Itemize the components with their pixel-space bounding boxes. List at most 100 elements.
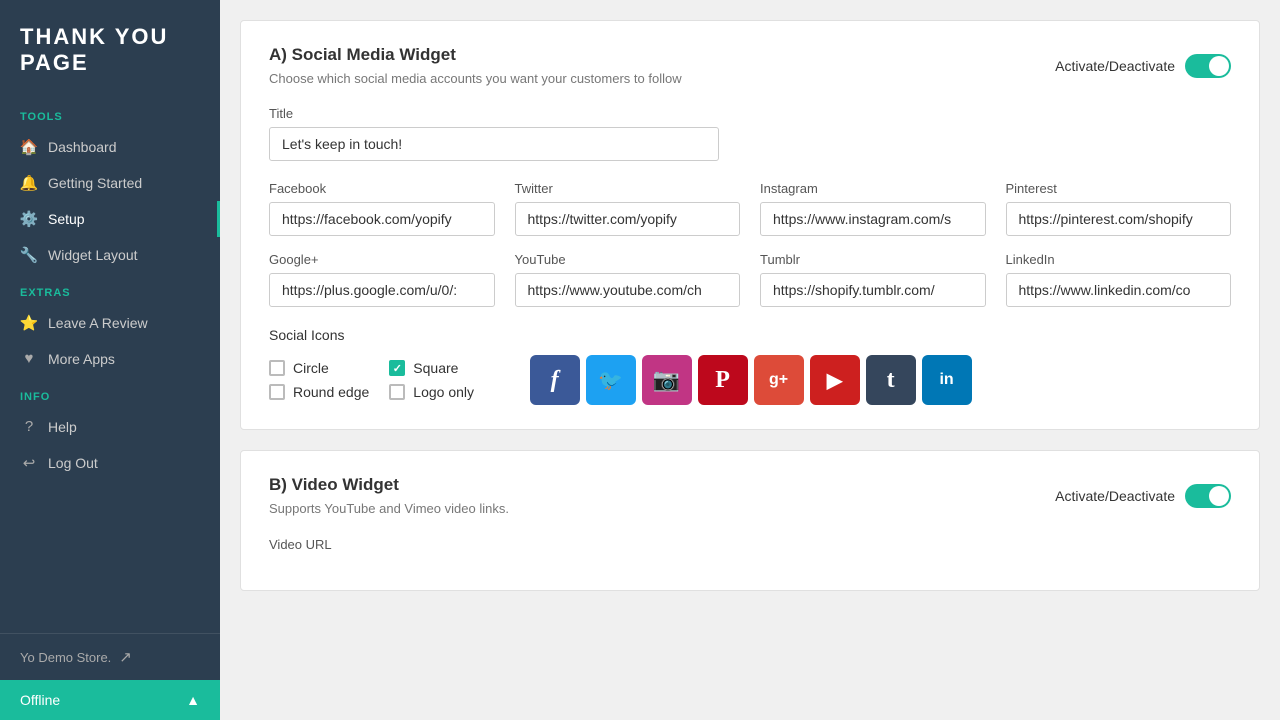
- google-input[interactable]: [269, 273, 495, 307]
- sidebar-item-setup[interactable]: ⚙️ Setup: [0, 201, 220, 237]
- video-url-placeholder: Video URL: [269, 536, 1231, 566]
- chevron-up-icon: ▲: [186, 692, 200, 708]
- sidebar-item-label: Setup: [48, 211, 85, 227]
- title-field-label: Title: [269, 106, 1231, 121]
- video-activate-toggle[interactable]: [1185, 484, 1231, 508]
- sidebar-item-getting-started[interactable]: 🔔 Getting Started: [0, 165, 220, 201]
- tools-section-label: Tools: [0, 97, 220, 129]
- square-label: Square: [413, 360, 458, 376]
- activate-toggle[interactable]: [1185, 54, 1231, 78]
- question-icon: ?: [20, 418, 38, 436]
- twitter-label: Twitter: [515, 181, 741, 196]
- info-section-label: Info: [0, 377, 220, 409]
- facebook-field: Facebook: [269, 181, 495, 236]
- star-icon: ⭐: [20, 314, 38, 332]
- twitter-input[interactable]: [515, 202, 741, 236]
- instagram-input[interactable]: [760, 202, 986, 236]
- sidebar-item-label: Help: [48, 419, 77, 435]
- instagram-label: Instagram: [760, 181, 986, 196]
- video-url-label: Video URL: [269, 537, 332, 552]
- circle-label: Circle: [293, 360, 329, 376]
- youtube-label: YouTube: [515, 252, 741, 267]
- youtube-input[interactable]: [515, 273, 741, 307]
- circle-option[interactable]: Circle: [269, 360, 369, 376]
- offline-label: Offline: [20, 692, 60, 708]
- sidebar-item-more-apps[interactable]: ♥ More Apps: [0, 341, 220, 377]
- square-checkbox[interactable]: [389, 360, 405, 376]
- google-field: Google+: [269, 252, 495, 307]
- section-header-left: A) Social Media Widget Choose which soci…: [269, 45, 682, 86]
- logout-icon: ↩: [20, 454, 38, 472]
- twitter-field: Twitter: [515, 181, 741, 236]
- gear-icon: ⚙️: [20, 210, 38, 228]
- external-link-icon[interactable]: ↗: [119, 648, 132, 666]
- section-desc: Choose which social media accounts you w…: [269, 71, 682, 86]
- circle-checkbox[interactable]: [269, 360, 285, 376]
- sidebar-logo: THANK YOU PAGE: [0, 0, 220, 97]
- sidebar-item-leave-review[interactable]: ⭐ Leave A Review: [0, 305, 220, 341]
- title-input[interactable]: [269, 127, 719, 161]
- sidebar-item-label: Getting Started: [48, 175, 142, 191]
- video-activate-toggle-wrap: Activate/Deactivate: [1055, 484, 1231, 508]
- square-option[interactable]: Square: [389, 360, 489, 376]
- pinterest-icon-preview[interactable]: P: [698, 355, 748, 405]
- facebook-input[interactable]: [269, 202, 495, 236]
- sidebar-item-dashboard[interactable]: 🏠 Dashboard: [0, 129, 220, 165]
- video-section-title: B) Video Widget: [269, 475, 509, 495]
- round-edge-option[interactable]: Round edge: [269, 384, 369, 400]
- sidebar-item-label: Leave A Review: [48, 315, 148, 331]
- tumblr-field: Tumblr: [760, 252, 986, 307]
- pinterest-input[interactable]: [1006, 202, 1232, 236]
- instagram-field: Instagram: [760, 181, 986, 236]
- linkedin-field: LinkedIn: [1006, 252, 1232, 307]
- round-edge-label: Round edge: [293, 384, 369, 400]
- logo-only-label: Logo only: [413, 384, 474, 400]
- sidebar-item-label: Widget Layout: [48, 247, 138, 263]
- round-edge-checkbox[interactable]: [269, 384, 285, 400]
- social-url-grid: Facebook Twitter Instagram Pinterest Goo…: [269, 181, 1231, 307]
- icon-options: Circle Square Round edge Logo only: [269, 360, 490, 400]
- sidebar-item-log-out[interactable]: ↩ Log Out: [0, 445, 220, 481]
- home-icon: 🏠: [20, 138, 38, 156]
- tumblr-input[interactable]: [760, 273, 986, 307]
- offline-bar[interactable]: Offline ▲: [0, 680, 220, 720]
- sidebar-item-widget-layout[interactable]: 🔧 Widget Layout: [0, 237, 220, 273]
- extras-section-label: Extras: [0, 273, 220, 305]
- twitter-icon-preview[interactable]: 🐦: [586, 355, 636, 405]
- store-row: Yo Demo Store. ↗: [0, 633, 220, 680]
- youtube-field: YouTube: [515, 252, 741, 307]
- google-label: Google+: [269, 252, 495, 267]
- store-name: Yo Demo Store.: [20, 650, 111, 665]
- sidebar-item-label: Dashboard: [48, 139, 117, 155]
- section-title: A) Social Media Widget: [269, 45, 682, 65]
- facebook-icon-preview[interactable]: f: [530, 355, 580, 405]
- video-section-header: B) Video Widget Supports YouTube and Vim…: [269, 475, 1231, 516]
- pinterest-label: Pinterest: [1006, 181, 1232, 196]
- instagram-icon-preview[interactable]: 📷: [642, 355, 692, 405]
- sidebar-item-label: Log Out: [48, 455, 98, 471]
- tumblr-icon-preview[interactable]: t: [866, 355, 916, 405]
- linkedin-input[interactable]: [1006, 273, 1232, 307]
- google-icon-preview[interactable]: g+: [754, 355, 804, 405]
- video-activate-label: Activate/Deactivate: [1055, 488, 1175, 504]
- pinterest-field: Pinterest: [1006, 181, 1232, 236]
- section-header: A) Social Media Widget Choose which soci…: [269, 45, 1231, 86]
- sidebar: THANK YOU PAGE Tools 🏠 Dashboard 🔔 Getti…: [0, 0, 220, 720]
- social-icons-row: Circle Square Round edge Logo only: [269, 355, 1231, 405]
- bell-icon: 🔔: [20, 174, 38, 192]
- activate-label: Activate/Deactivate: [1055, 58, 1175, 74]
- video-widget-card: B) Video Widget Supports YouTube and Vim…: [240, 450, 1260, 591]
- youtube-icon-preview[interactable]: ▶: [810, 355, 860, 405]
- sidebar-item-help[interactable]: ? Help: [0, 409, 220, 445]
- video-section-desc: Supports YouTube and Vimeo video links.: [269, 501, 509, 516]
- sidebar-item-label: More Apps: [48, 351, 115, 367]
- social-icons-preview: f 🐦 📷 P g+ ▶ t in: [530, 355, 972, 405]
- title-field-group: Title: [269, 106, 1231, 161]
- video-section-header-left: B) Video Widget Supports YouTube and Vim…: [269, 475, 509, 516]
- activate-toggle-wrap: Activate/Deactivate: [1055, 54, 1231, 78]
- social-icons-label: Social Icons: [269, 327, 1231, 343]
- logo-only-checkbox[interactable]: [389, 384, 405, 400]
- logo-only-option[interactable]: Logo only: [389, 384, 489, 400]
- linkedin-icon-preview[interactable]: in: [922, 355, 972, 405]
- linkedin-label: LinkedIn: [1006, 252, 1232, 267]
